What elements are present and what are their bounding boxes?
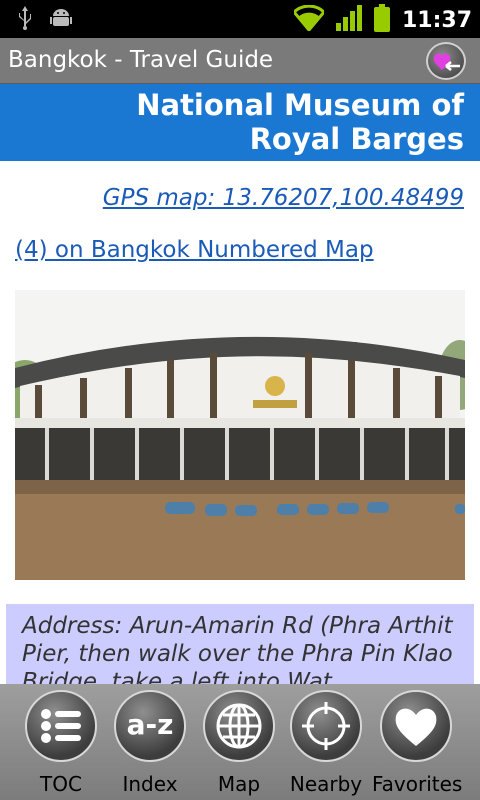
nearby-button[interactable]: Nearby: [282, 690, 370, 796]
favorite-back-button[interactable]: [426, 42, 466, 80]
globe-icon: [216, 703, 262, 749]
favorite-back-icon: [433, 53, 460, 71]
crosshair-icon: [302, 702, 350, 750]
page-title: National Museum of Royal Barges: [136, 88, 464, 156]
index-label: Index: [122, 772, 178, 796]
status-clock: 11:37: [401, 7, 472, 33]
wifi-icon: [291, 4, 327, 35]
signal-icon: [335, 5, 362, 35]
nearby-label: Nearby: [289, 772, 363, 796]
index-button[interactable]: a-z Index: [106, 690, 194, 796]
favorites-label: Favorites: [372, 772, 463, 796]
bottom-toolbar: TOC a-z Index Map Nearby Favorites: [0, 684, 480, 800]
app-bar: Bangkok - Travel Guide: [0, 38, 480, 84]
heart-icon: [395, 708, 437, 746]
toc-button[interactable]: TOC: [17, 690, 105, 796]
app-title: Bangkok - Travel Guide: [8, 47, 274, 73]
numbered-map-link[interactable]: (4) on Bangkok Numbered Map: [15, 237, 374, 263]
status-bar: 11:37: [0, 0, 480, 38]
a-z-icon: a-z: [126, 708, 174, 741]
list-icon: [41, 709, 81, 743]
map-label: Map: [217, 772, 261, 796]
content-area[interactable]: GPS map: 13.76207,100.48499 (4) on Bangk…: [0, 161, 480, 684]
page-header: National Museum of Royal Barges: [0, 84, 480, 161]
address-text: Address: Arun-Amarin Rd (Phra Arthit Pie…: [22, 613, 453, 684]
gps-map-link[interactable]: GPS map: 13.76207,100.48499: [103, 185, 464, 211]
address-box: Address: Arun-Amarin Rd (Phra Arthit Pie…: [6, 604, 474, 684]
museum-photo: [15, 290, 465, 580]
favorites-button[interactable]: Favorites: [372, 690, 463, 796]
usb-icon: [18, 6, 32, 34]
toc-label: TOC: [40, 772, 82, 796]
map-button[interactable]: Map: [195, 690, 283, 796]
battery-icon: [373, 4, 390, 36]
android-debug-icon: [50, 7, 72, 33]
